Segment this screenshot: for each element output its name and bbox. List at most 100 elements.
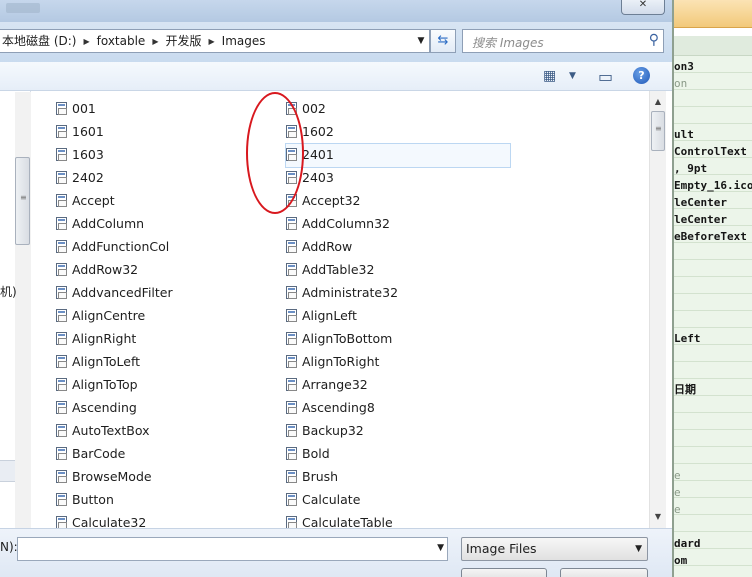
file-item[interactable]: Calculate32 xyxy=(56,512,266,528)
property-grid-row[interactable] xyxy=(674,430,752,447)
file-item[interactable]: AddvancedFilter xyxy=(56,282,266,305)
file-item[interactable]: 2402 xyxy=(56,167,266,190)
property-grid-row[interactable] xyxy=(674,243,752,260)
view-options-icon[interactable]: ▦ xyxy=(543,68,556,84)
cancel-button[interactable] xyxy=(560,568,648,577)
file-item[interactable]: 001 xyxy=(56,98,266,121)
property-grid-row[interactable] xyxy=(674,413,752,430)
property-grid-row[interactable] xyxy=(674,277,752,294)
file-item[interactable]: Backup32 xyxy=(286,420,510,443)
file-item[interactable]: CalculateTable xyxy=(286,512,510,528)
image-file-icon xyxy=(56,378,67,391)
file-item[interactable]: Bold xyxy=(286,443,510,466)
file-name: AddvancedFilter xyxy=(72,285,173,300)
file-item[interactable]: AlignToLeft xyxy=(56,351,266,374)
file-item[interactable]: AlignRight xyxy=(56,328,266,351)
file-name: Brush xyxy=(302,469,339,484)
view-menu-chevron-icon[interactable]: ▼ xyxy=(569,71,576,81)
breadcrumb-foxtable[interactable]: foxtable xyxy=(95,30,148,52)
file-list-scroll-thumb[interactable]: ≡ xyxy=(651,111,665,151)
preview-pane-icon[interactable]: ▭ xyxy=(598,67,613,86)
property-grid-row[interactable] xyxy=(674,260,752,277)
chevron-right-icon[interactable]: ▶ xyxy=(147,31,163,52)
navigation-item-label[interactable]: 机) xyxy=(0,283,17,300)
search-icon[interactable]: ⚲ xyxy=(649,32,659,48)
file-item[interactable]: Brush xyxy=(286,466,510,489)
file-item[interactable]: Ascending xyxy=(56,397,266,420)
property-value: eBeforeText xyxy=(674,230,747,243)
file-list-scrollbar[interactable]: ▲ ≡ ▼ xyxy=(649,91,666,528)
property-grid-row[interactable] xyxy=(674,396,752,413)
scroll-up-arrow-icon[interactable]: ▲ xyxy=(650,94,666,110)
file-name: AlignCentre xyxy=(72,308,146,323)
file-name: BarCode xyxy=(72,446,126,461)
property-grid-row[interactable] xyxy=(674,311,752,328)
image-file-icon xyxy=(286,401,297,414)
file-item[interactable]: AddColumn32 xyxy=(286,213,510,236)
property-value: e xyxy=(674,486,681,499)
refresh-button[interactable]: ⇆ xyxy=(430,29,456,53)
image-file-icon xyxy=(56,470,67,483)
file-item[interactable]: 1601 xyxy=(56,121,266,144)
file-item[interactable]: Accept32 xyxy=(286,190,510,213)
property-grid-row[interactable] xyxy=(674,515,752,532)
file-item[interactable]: BarCode xyxy=(56,443,266,466)
file-type-select[interactable]: Image Files ▼ xyxy=(461,537,648,561)
file-item[interactable]: 1602 xyxy=(286,121,510,144)
property-grid-row[interactable] xyxy=(674,481,752,498)
breadcrumb-images[interactable]: Images xyxy=(220,30,268,52)
file-item[interactable]: AlignToBottom xyxy=(286,328,510,351)
navigation-selected-item[interactable] xyxy=(0,460,15,482)
open-button[interactable] xyxy=(461,568,547,577)
file-item[interactable]: BrowseMode xyxy=(56,466,266,489)
property-grid-row[interactable] xyxy=(674,498,752,515)
address-history-dropdown[interactable]: ▼ xyxy=(412,29,430,53)
file-item[interactable]: 2401 xyxy=(285,143,511,168)
file-item[interactable]: AutoTextBox xyxy=(56,420,266,443)
chevron-right-icon[interactable]: ▶ xyxy=(78,31,94,52)
file-item[interactable]: Arrange32 xyxy=(286,374,510,397)
file-item[interactable]: AddColumn xyxy=(56,213,266,236)
file-item[interactable]: Button xyxy=(56,489,266,512)
file-item[interactable]: AddRow xyxy=(286,236,510,259)
file-item[interactable]: Ascending8 xyxy=(286,397,510,420)
file-item[interactable]: AddTable32 xyxy=(286,259,510,282)
file-item[interactable]: AlignLeft xyxy=(286,305,510,328)
file-item[interactable]: Accept xyxy=(56,190,266,213)
chevron-right-icon[interactable]: ▶ xyxy=(204,31,220,52)
property-grid-header xyxy=(674,0,752,28)
breadcrumb-devversion[interactable]: 开发版 xyxy=(163,30,203,52)
file-item[interactable]: AddRow32 xyxy=(56,259,266,282)
file-item[interactable]: AlignCentre xyxy=(56,305,266,328)
file-item[interactable]: AlignToRight xyxy=(286,351,510,374)
file-item[interactable]: AlignToTop xyxy=(56,374,266,397)
property-grid-row[interactable] xyxy=(674,90,752,107)
close-button[interactable]: ✕ xyxy=(621,0,665,15)
file-name: Calculate32 xyxy=(72,515,147,528)
property-grid-row[interactable] xyxy=(674,362,752,379)
search-box[interactable]: 搜索 Images ⚲ xyxy=(462,29,664,53)
file-name: Bold xyxy=(302,446,330,461)
file-item[interactable]: 2403 xyxy=(286,167,510,190)
breadcrumb-drive[interactable]: 本地磁盘 (D:) xyxy=(0,30,78,52)
file-list[interactable]: 001 1601 1603 2402 Accept AddColumn AddFunctio… xyxy=(31,91,649,528)
property-grid-row[interactable] xyxy=(674,447,752,464)
property-value: e xyxy=(674,503,681,516)
image-file-icon xyxy=(56,447,67,460)
file-item[interactable]: 002 xyxy=(286,98,510,121)
address-bar[interactable]: 本地磁盘 (D:) ▶ foxtable ▶ 开发版 ▶ Images xyxy=(0,29,430,53)
property-grid-row[interactable] xyxy=(674,464,752,481)
file-item[interactable]: Calculate xyxy=(286,489,510,512)
file-item[interactable]: Administrate32 xyxy=(286,282,510,305)
filename-input[interactable]: ▼ xyxy=(17,537,448,561)
property-grid-row[interactable] xyxy=(674,294,752,311)
property-grid-row[interactable] xyxy=(674,345,752,362)
help-icon[interactable]: ? xyxy=(633,67,650,84)
file-item[interactable]: 1603 xyxy=(56,144,266,167)
chevron-down-icon[interactable]: ▼ xyxy=(437,543,444,553)
property-grid-row[interactable] xyxy=(674,107,752,124)
image-file-icon xyxy=(286,355,297,368)
file-item[interactable]: AddFunctionCol xyxy=(56,236,266,259)
navigation-scroll-thumb[interactable]: ≡ xyxy=(15,157,30,245)
scroll-down-arrow-icon[interactable]: ▼ xyxy=(650,509,666,525)
